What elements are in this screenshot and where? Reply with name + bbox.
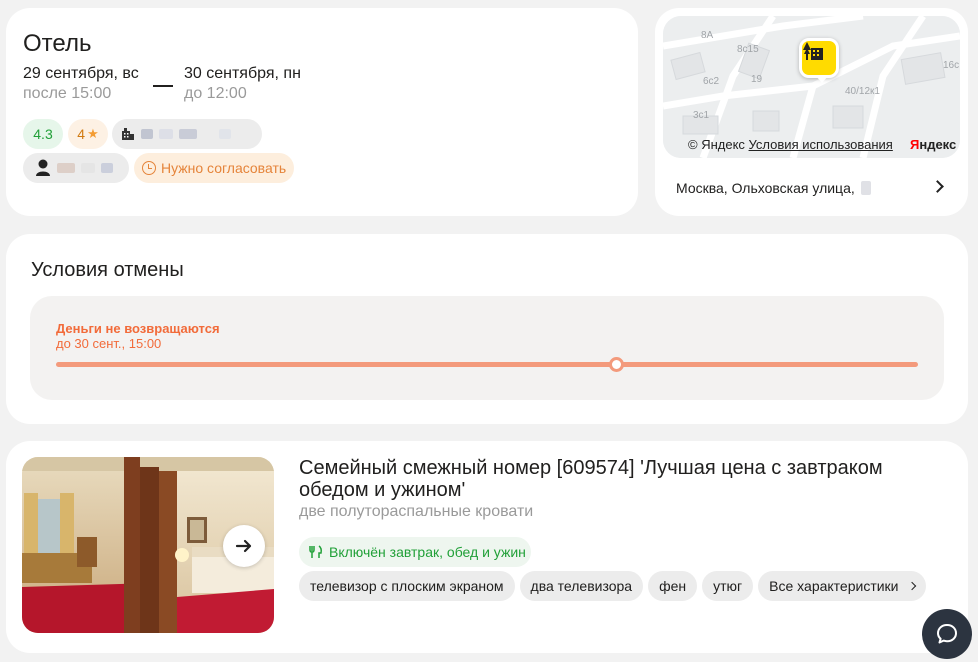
map-view[interactable]: 8A 8c15 6c2 19 16c 3c1 40/12к1 © Яндекс … <box>663 16 960 158</box>
map-label: 3c1 <box>693 110 710 121</box>
yandex-logo: Яндекс <box>910 137 956 152</box>
map-terms-link[interactable]: Условия использования <box>749 137 893 152</box>
redacted-text <box>81 163 95 173</box>
checkout-time: до 12:00 <box>184 85 247 102</box>
redacted-text <box>141 129 153 139</box>
star-icon: ★ <box>87 126 99 141</box>
date-separator <box>153 85 173 87</box>
checkin-block: 29 сентября, вс после 15:00 <box>23 64 139 104</box>
policy-until: до 30 сент., 15:00 <box>56 336 162 351</box>
feature-list: телевизор с плоским экраном два телевизо… <box>299 571 926 601</box>
yandex-logo-letter: Я <box>910 137 920 152</box>
stars-badge: 4 ★ <box>68 119 108 149</box>
map-label: 8A <box>701 30 714 41</box>
approval-badge: Нужно согласовать <box>134 153 294 183</box>
map-card[interactable]: 8A 8c15 6c2 19 16c 3c1 40/12к1 © Яндекс … <box>655 8 968 216</box>
chat-bubble-icon <box>937 624 957 644</box>
meals-label: Включён завтрак, обед и ужин <box>329 544 526 560</box>
room-card: Семейный смежный номер [609574] 'Лучшая … <box>6 441 968 653</box>
room-photo[interactable] <box>22 457 274 633</box>
all-features-label: Все характеристики <box>769 578 899 594</box>
map-label: 19 <box>751 74 763 85</box>
cancellation-timeline <box>56 357 918 372</box>
feature-chip: утюг <box>702 571 754 601</box>
chat-button[interactable] <box>922 609 972 659</box>
room-title: Семейный смежный номер [609574] 'Лучшая … <box>299 457 883 501</box>
chevron-right-icon <box>907 581 916 591</box>
redacted-text <box>179 129 197 139</box>
redacted-text <box>860 181 871 195</box>
cancellation-card: Условия отмены Деньги не возвращаются до… <box>6 234 968 424</box>
rating-value: 4.3 <box>33 126 53 142</box>
checkin-date: 29 сентября, вс <box>23 65 139 82</box>
host-chip <box>23 153 129 183</box>
redacted-text <box>101 163 113 173</box>
checkin-time: после 15:00 <box>23 85 112 102</box>
meals-badge: Включён завтрак, обед и ужин <box>299 537 531 567</box>
hotel-pin-icon <box>803 42 823 60</box>
checkout-date: 30 сентября, пн <box>184 65 301 82</box>
map-label: 40/12к1 <box>845 86 880 97</box>
hotel-address[interactable]: Москва, Ольховская улица, <box>676 180 871 196</box>
cancellation-policy-box: Деньги не возвращаются до 30 сент., 15:0… <box>30 296 944 400</box>
rating-badge: 4.3 <box>23 119 63 149</box>
arrow-right-icon <box>235 539 252 553</box>
room-beds: две полутораспальные кровати <box>299 503 534 520</box>
checkout-block: 30 сентября, пн до 12:00 <box>184 64 301 104</box>
approval-label: Нужно согласовать <box>161 160 287 176</box>
map-label: 16c <box>943 60 960 71</box>
address-text: Москва, Ольховская улица, <box>676 180 855 196</box>
yandex-logo-rest: ндекс <box>919 137 957 152</box>
hotel-map-pin[interactable] <box>799 38 839 83</box>
redacted-text <box>159 129 173 139</box>
fork-knife-icon <box>309 545 322 558</box>
hotel-type-chip <box>112 119 262 149</box>
feature-chip: телевизор с плоским экраном <box>299 571 515 601</box>
redacted-text <box>219 129 231 139</box>
cancellation-title: Условия отмены <box>31 259 184 281</box>
chevron-right-icon[interactable] <box>931 180 944 193</box>
person-icon <box>36 159 50 176</box>
redacted-text <box>57 163 75 173</box>
feature-chip: фен <box>648 571 698 601</box>
stars-value: 4 <box>77 126 86 142</box>
hotel-card: Отель 29 сентября, вс после 15:00 30 сен… <box>6 8 638 216</box>
map-copyright: © Яндекс <box>688 137 745 152</box>
policy-label: Деньги не возвращаются <box>56 321 220 336</box>
map-attribution: © Яндекс Условия использования <box>688 137 893 152</box>
hotel-building-icon <box>122 128 134 140</box>
all-features-button[interactable]: Все характеристики <box>758 571 926 601</box>
next-photo-button[interactable] <box>223 525 265 567</box>
hotel-title: Отель <box>23 30 92 57</box>
feature-chip: два телевизора <box>519 571 644 601</box>
map-label: 6c2 <box>703 76 720 87</box>
clock-icon <box>142 161 156 175</box>
timeline-marker <box>609 357 624 372</box>
map-label: 8c15 <box>737 44 759 55</box>
